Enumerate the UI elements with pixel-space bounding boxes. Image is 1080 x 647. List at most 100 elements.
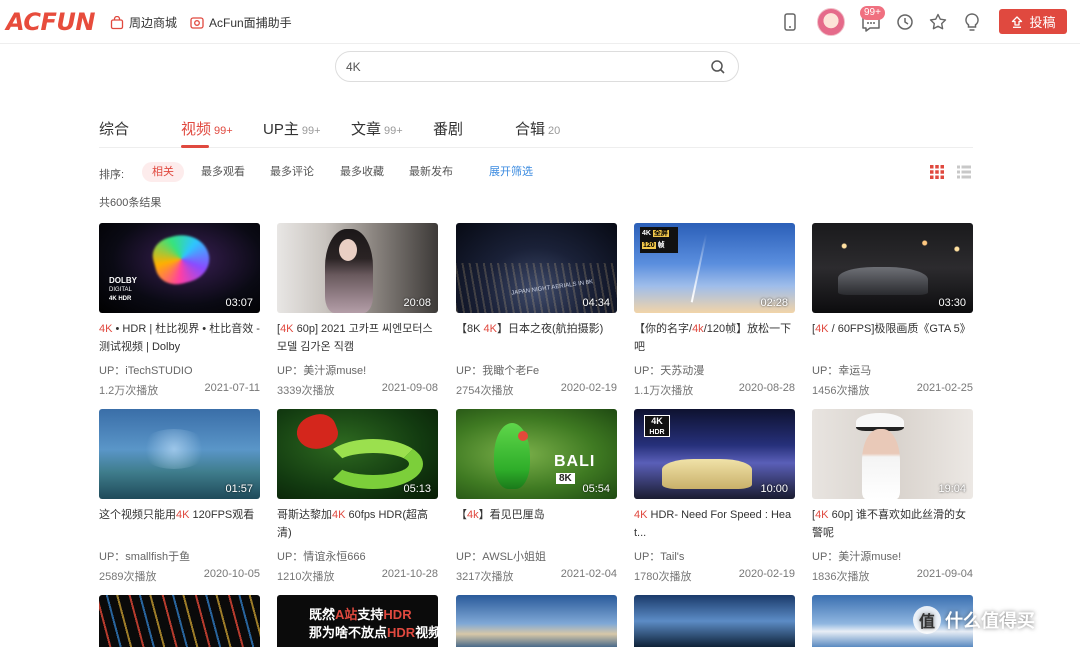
video-card[interactable]: 4K 全屏 120 帧 02:28 【你的名字/4k/120帧】放松一下吧 UP… <box>634 223 795 398</box>
video-card[interactable]: 03:30 [4K / 60FPS]极限画质《GTA 5》 UP：幸运马 145… <box>812 223 973 398</box>
history-icon[interactable] <box>893 10 917 34</box>
title-text: 120FPS观看 <box>189 509 255 521</box>
video-uploader[interactable]: UP：iTechSTUDIO <box>99 362 260 378</box>
video-thumbnail[interactable]: 19:04 <box>812 409 973 499</box>
tab-all[interactable]: 综合 <box>99 118 132 139</box>
tab-label: 番剧 <box>433 121 464 138</box>
nav-link-face-capture[interactable]: AcFun面捕助手 <box>190 14 292 31</box>
tab-count: 99+ <box>214 125 233 137</box>
favorite-icon[interactable] <box>926 10 950 34</box>
video-stats: 1.2万次播放 2021-07-11 <box>99 382 260 398</box>
search-input[interactable] <box>346 58 706 76</box>
video-uploader[interactable]: UP：AWSL小姐姐 <box>456 548 617 564</box>
video-thumbnail[interactable]: 4K HDR 10:00 <box>634 409 795 499</box>
nav-link-shop[interactable]: 周边商城 <box>110 14 177 31</box>
video-uploader[interactable]: UP：Tail's <box>634 548 795 564</box>
upload-button-label: 投稿 <box>1029 15 1056 30</box>
title-highlight: 4K <box>99 323 113 335</box>
title-text: HDR- Need For Speed : Heat... <box>634 509 792 539</box>
video-card[interactable]: 19:04 [4K 60p] 谁不喜欢如此丝滑的女警呢 UP：美汁源muse! … <box>812 409 973 584</box>
tab-collection[interactable]: 合辑 20 <box>515 118 560 139</box>
dolby-text: DOLBY <box>109 276 137 285</box>
video-title[interactable]: 【你的名字/4k/120帧】放松一下吧 <box>634 320 795 356</box>
video-uploader[interactable]: UP：smallfish于鱼 <box>99 548 260 564</box>
video-card[interactable]: 既然A站支持HDR 那为啥不放点HDR视频呢? <box>277 595 438 647</box>
mobile-icon[interactable] <box>778 10 802 34</box>
search-icon[interactable] <box>710 59 726 75</box>
caption-text: 既然 <box>309 607 336 622</box>
video-duration: 20:08 <box>403 297 431 309</box>
video-title[interactable]: [4K 60p] 谁不喜欢如此丝滑的女警呢 <box>812 506 973 542</box>
video-thumbnail[interactable]: JAPAN NIGHT AERIALS IN 8K 04:34 <box>456 223 617 313</box>
video-thumbnail[interactable]: 20:08 <box>277 223 438 313</box>
face-graphic <box>339 239 357 261</box>
sort-most-viewed[interactable]: 最多观看 <box>201 162 245 182</box>
video-title[interactable]: 4K • HDR | 杜比视界 • 杜比音效 - 测试视频 | Dolby <box>99 320 260 356</box>
video-title[interactable]: 【8K 4K】日本之夜(航拍摄影) <box>456 320 617 356</box>
view-count: 1210次播放 <box>277 571 335 583</box>
video-uploader[interactable]: UP：天苏动漫 <box>634 362 795 378</box>
video-thumbnail[interactable]: BALI 8K 05:54 <box>456 409 617 499</box>
video-uploader[interactable]: UP：幸运马 <box>812 362 973 378</box>
video-uploader[interactable]: UP：情谊永恒666 <box>277 548 438 564</box>
publish-date: 2021-10-28 <box>381 568 438 580</box>
title-prefix: 【 <box>456 509 467 521</box>
video-card[interactable]: 20:08 [4K 60p] 2021 고카프 씨엔모터스 모델 김가온 직캠 … <box>277 223 438 398</box>
idea-icon[interactable] <box>960 10 984 34</box>
video-uploader[interactable]: UP：我瞰个老Fe <box>456 362 617 378</box>
sort-newest[interactable]: 最新发布 <box>409 162 453 182</box>
video-title[interactable]: [4K 60p] 2021 고카프 씨엔모터스 모델 김가온 직캠 <box>277 320 438 356</box>
video-duration: 04:34 <box>582 297 610 309</box>
video-card[interactable]: 4K HDR 10:00 4K HDR- Need For Speed : He… <box>634 409 795 584</box>
video-card[interactable]: BALI 8K 05:54 【4k】看见巴厘岛 UP：AWSL小姐姐 3217次… <box>456 409 617 584</box>
tab-article[interactable]: 文章 99+ <box>351 118 403 139</box>
sort-most-favorited[interactable]: 最多收藏 <box>340 162 384 182</box>
video-thumbnail[interactable] <box>634 595 795 647</box>
upload-icon <box>1012 15 1023 28</box>
video-card[interactable]: 01:57 这个视频只能用4K 120FPS观看 UP：smallfish于鱼 … <box>99 409 260 584</box>
video-thumbnail[interactable]: 03:30 <box>812 223 973 313</box>
video-thumbnail[interactable]: DOLBY DIGITAL 4K HDR 03:07 <box>99 223 260 313</box>
video-title[interactable]: 哥斯达黎加4K 60fps HDR(超高清) <box>277 506 438 542</box>
video-card[interactable]: JAPAN NIGHT AERIALS IN 8K 04:34 【8K 4K】日… <box>456 223 617 398</box>
video-stats: 1456次播放 2021-02-25 <box>812 382 973 398</box>
video-thumbnail[interactable]: 01:57 <box>99 409 260 499</box>
caption-text: 那为啥不放点 <box>309 625 388 640</box>
video-card[interactable]: 05:13 哥斯达黎加4K 60fps HDR(超高清) UP：情谊永恒666 … <box>277 409 438 584</box>
tab-video[interactable]: 视频 99+ <box>181 118 233 139</box>
video-title[interactable]: 4K HDR- Need For Speed : Heat... <box>634 506 795 542</box>
video-uploader[interactable]: UP：美汁源muse! <box>812 548 973 564</box>
avatar[interactable] <box>817 8 845 36</box>
video-title[interactable]: 【4k】看见巴厘岛 <box>456 506 617 542</box>
video-thumbnail[interactable]: 4K 全屏 120 帧 02:28 <box>634 223 795 313</box>
caption-highlight: HDR <box>387 625 416 640</box>
acfun-logo[interactable]: ACFUN <box>6 8 95 36</box>
video-card[interactable] <box>634 595 795 647</box>
video-duration: 05:13 <box>403 483 431 495</box>
video-title[interactable]: 这个视频只能用4K 120FPS观看 <box>99 506 260 542</box>
publish-date: 2021-02-25 <box>916 382 973 394</box>
video-thumbnail[interactable]: 05:13 <box>277 409 438 499</box>
expand-filter-link[interactable]: 展开筛选 <box>489 162 533 182</box>
upload-button[interactable]: 投稿 <box>999 9 1067 34</box>
video-thumbnail[interactable] <box>99 595 260 647</box>
video-card[interactable]: DOLBY DIGITAL 4K HDR 03:07 4K • HDR | 杜比… <box>99 223 260 398</box>
bali-8k-badge: 8K <box>556 473 575 484</box>
video-stats: 1210次播放 2021-10-28 <box>277 568 438 584</box>
sort-most-comments[interactable]: 最多评论 <box>270 162 314 182</box>
video-thumbnail[interactable] <box>456 595 617 647</box>
grid-view-icon[interactable] <box>930 165 944 179</box>
title-highlight: 4K <box>815 509 829 521</box>
video-thumbnail[interactable]: 既然A站支持HDR 那为啥不放点HDR视频呢? <box>277 595 438 647</box>
nav-link-shop-label: 周边商城 <box>129 16 178 30</box>
video-title[interactable]: [4K / 60FPS]极限画质《GTA 5》 <box>812 320 973 356</box>
message-badge: 99+ <box>860 6 885 20</box>
badge-4k-text: 4K <box>642 230 651 237</box>
video-card[interactable] <box>456 595 617 647</box>
video-card[interactable] <box>99 595 260 647</box>
tab-uploader[interactable]: UP主 99+ <box>263 118 321 139</box>
list-view-icon[interactable] <box>957 165 971 179</box>
sort-relevance[interactable]: 相关 <box>142 162 184 182</box>
video-uploader[interactable]: UP：美汁源muse! <box>277 362 438 378</box>
tab-bangumi[interactable]: 番剧 <box>433 118 466 139</box>
